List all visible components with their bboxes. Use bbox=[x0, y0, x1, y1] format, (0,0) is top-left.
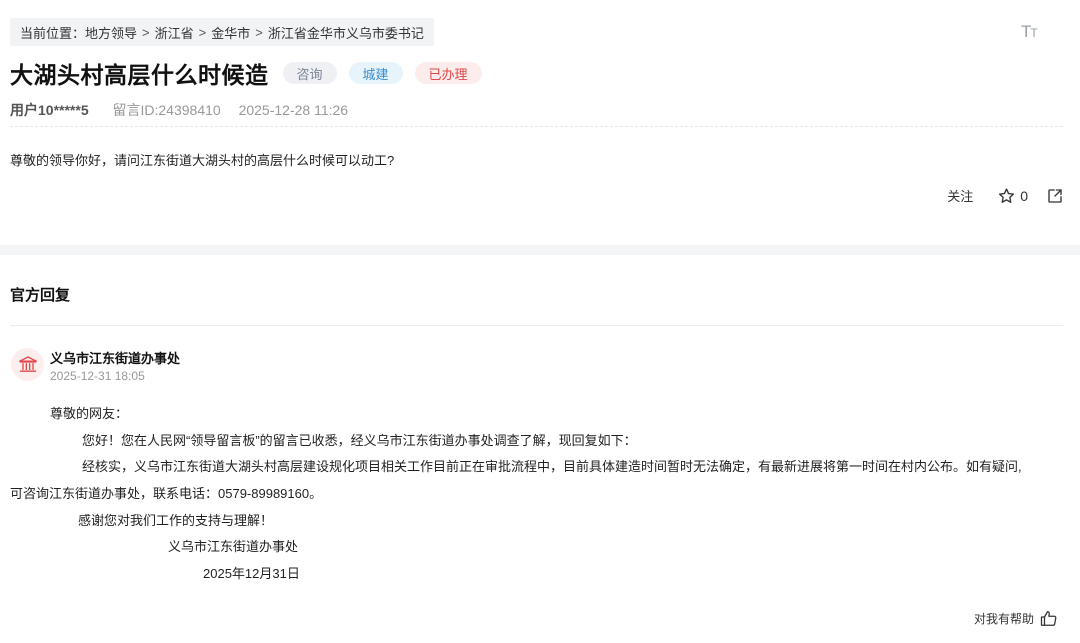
message-meta: 用户10*****5 留言ID:24398410 2025-12-28 11:2… bbox=[10, 100, 348, 120]
message-datetime: 2025-12-28 11:26 bbox=[238, 102, 349, 118]
share-icon bbox=[1048, 188, 1062, 203]
breadcrumb-item-local-leaders[interactable]: 地方领导 bbox=[85, 23, 137, 42]
message-id: 留言ID:24398410 bbox=[112, 102, 221, 118]
font-size-icon[interactable]: TT bbox=[1021, 22, 1038, 42]
message-actions: 关注 0 bbox=[947, 186, 1064, 205]
avatar bbox=[11, 348, 44, 381]
font-size-big-t: T bbox=[1021, 22, 1031, 41]
tag-type: 咨询 bbox=[282, 62, 337, 84]
reply-line: 经核实，义乌市江东街道大湖头村高层建设规化项目相关工作目前正在审批流程中，目前具… bbox=[82, 459, 1022, 474]
breadcrumb-item-city[interactable]: 金华市 bbox=[211, 23, 250, 42]
official-reply-heading: 官方回复 bbox=[10, 287, 71, 304]
breadcrumb-separator: > bbox=[142, 24, 150, 40]
reply-line: 您好！您在人民网“领导留言板”的留言已收悉，经义乌市江东街道办事处调查了解，现回… bbox=[82, 433, 637, 448]
reply-line: 尊敬的网友： bbox=[50, 406, 129, 421]
follow-button[interactable]: 关注 bbox=[947, 186, 973, 205]
reply-time: 2025-12-31 18:05 bbox=[50, 369, 145, 383]
breadcrumb-separator: > bbox=[198, 24, 207, 40]
helpful-label: 对我有帮助 bbox=[973, 612, 1034, 626]
star-outline-icon bbox=[999, 187, 1015, 203]
share-button[interactable] bbox=[1046, 187, 1064, 205]
reply-org-name: 义乌市江东街道办事处 bbox=[50, 351, 181, 366]
reply-line: 感谢您对我们工作的支持与理解！ bbox=[78, 513, 274, 528]
reply-date: 2025年12月31日 bbox=[203, 566, 300, 581]
favorite-button[interactable]: 0 bbox=[997, 187, 1028, 205]
section-separator bbox=[0, 245, 1080, 255]
thumbs-up-icon bbox=[1040, 611, 1057, 626]
divider bbox=[10, 325, 1063, 326]
user-name: 用户10*****5 bbox=[10, 102, 89, 118]
government-building-icon bbox=[18, 356, 37, 372]
reply-signature: 义乌市江东街道办事处 bbox=[168, 539, 299, 554]
font-size-small-t: T bbox=[1030, 26, 1037, 40]
tag-domain: 城建 bbox=[348, 62, 403, 84]
message-detail-page: 当前位置： 地方领导 > 浙江省 > 金华市 > 浙江省金华市义乌市委书记 TT… bbox=[0, 0, 1080, 643]
status-badge: 已办理 bbox=[414, 62, 482, 84]
breadcrumb-prefix: 当前位置： bbox=[20, 25, 86, 41]
message-title: 大湖头村高层什么时候造 bbox=[10, 62, 269, 88]
breadcrumb: 当前位置： 地方领导 > 浙江省 > 金华市 > 浙江省金华市义乌市委书记 bbox=[10, 18, 434, 46]
reply-line: 可咨询江东街道办事处，联系电话：0579-89989160。 bbox=[10, 486, 323, 501]
divider bbox=[10, 126, 1063, 127]
breadcrumb-item-leader[interactable]: 浙江省金华市义乌市委书记 bbox=[268, 23, 424, 42]
helpful-button[interactable]: 对我有帮助 bbox=[974, 610, 1058, 627]
breadcrumb-item-province[interactable]: 浙江省 bbox=[155, 23, 194, 42]
title-row: 大湖头村高层什么时候造 咨询 城建 已办理 bbox=[10, 56, 482, 90]
message-content: 尊敬的领导你好，请问江东街道大湖头村的高层什么时候可以动工? bbox=[10, 153, 395, 168]
breadcrumb-separator: > bbox=[255, 24, 263, 40]
favorite-count: 0 bbox=[1020, 187, 1028, 204]
